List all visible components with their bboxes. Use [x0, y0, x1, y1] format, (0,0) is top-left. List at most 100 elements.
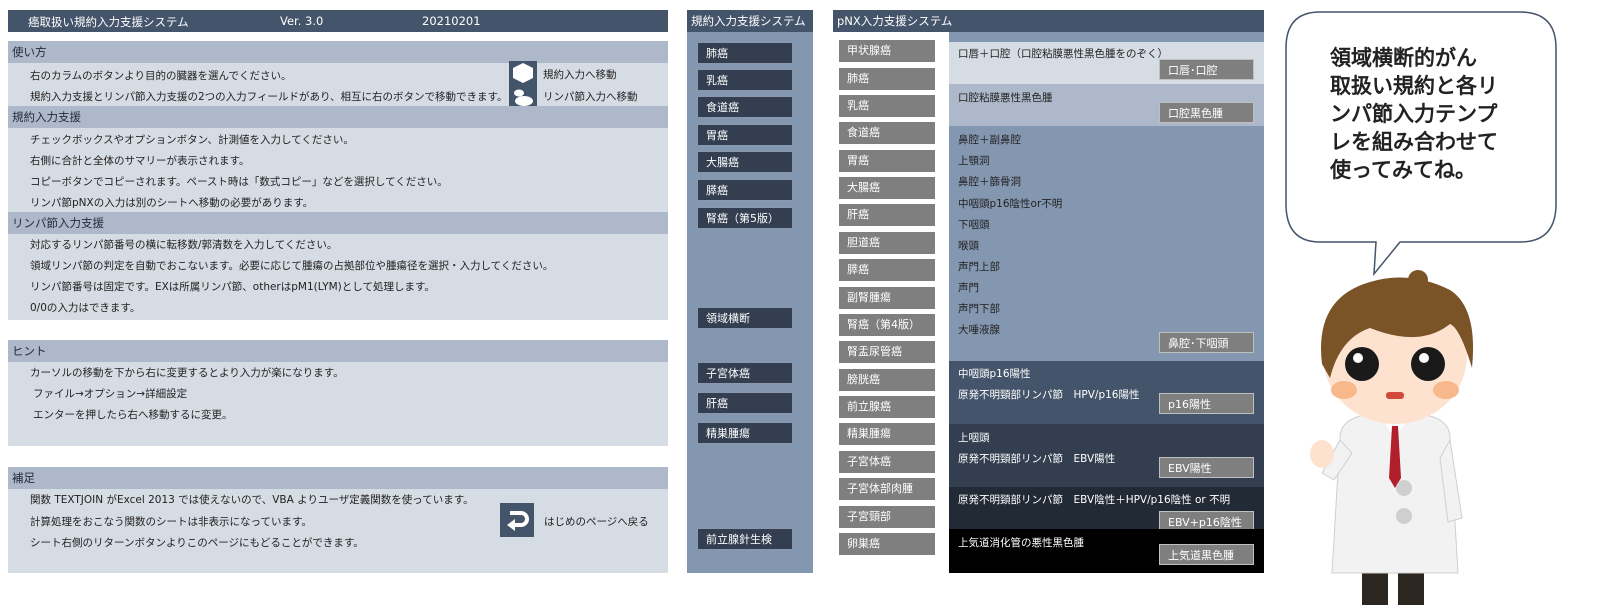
- band-line: 喉頭: [958, 240, 979, 252]
- kiyaku-button-kidney[interactable]: 腎癌（第5版）: [697, 207, 793, 229]
- lymph-help-body: 対応するリンパ節番号の横に転移数/郭清数を入力してください。 領域リンパ節の判定…: [8, 234, 668, 320]
- kiyaku-button-testis[interactable]: 精巣腫瘍: [697, 422, 793, 444]
- doctor-character: [1310, 270, 1474, 605]
- supplement-line: 関数 TEXTJOIN がExcel 2013 では使えないので、VBA よりユ…: [30, 494, 474, 506]
- version-label: Ver. 3.0: [280, 14, 324, 28]
- hexagon-icon: [513, 63, 533, 83]
- band-nasal-hypopharynx: 鼻腔＋副鼻腔 上顎洞 鼻腔＋篩骨洞 中咽頭p16陰性or不明 下咽頭 喉頭 声門…: [949, 126, 1264, 361]
- pnx-button-thyroid[interactable]: 甲状腺癌: [839, 40, 935, 62]
- kiyaku-button-breast[interactable]: 乳癌: [697, 69, 793, 91]
- band-line: 口唇＋口腔（口腔粘膜悪性黒色腫をのぞく）: [958, 48, 1168, 60]
- hint-heading: ヒント: [8, 340, 668, 362]
- band-line: 鼻腔＋副鼻腔: [958, 134, 1021, 146]
- usage-line: 右のカラムのボタンより目的の臓器を選んでください。: [30, 70, 292, 82]
- hint-line: ファイル→オプション→詳細設定: [33, 388, 188, 400]
- hint-line: カーソルの移動を下から右に変更するとより入力が楽になります。: [30, 367, 344, 379]
- lymph-help-heading: リンパ節入力支援: [8, 212, 668, 234]
- release-date: 20210201: [422, 14, 481, 28]
- band-ebv-p16-negative: 原発不明頸部リンパ節 EBV陰性＋HPV/p16陰性 or 不明 EBV+p16…: [949, 487, 1264, 532]
- pnx-button-biliary[interactable]: 胆道癌: [839, 232, 935, 254]
- pnx-button-colon[interactable]: 大腸癌: [839, 177, 935, 199]
- title-bar: 癌取扱い規約入力支援システム Ver. 3.0 20210201: [8, 10, 668, 32]
- lymph-help-line: リンパ節番号は固定です。EXは所属リンパ節、otherはpM1(LYM)として処…: [30, 281, 435, 293]
- ebv-positive-button[interactable]: EBV陽性: [1159, 457, 1254, 478]
- usage-line: 規約入力支援とリンパ節入力支援の2つの入力フィールドがあり、相互に右のボタンで移…: [30, 91, 508, 103]
- supplement-heading: 補足: [8, 467, 668, 489]
- pnx-button-renal-pelvis[interactable]: 腎盂尿管癌: [839, 341, 935, 363]
- kiyaku-button-esophagus[interactable]: 食道癌: [697, 96, 793, 118]
- lymph-help-line: 領域リンパ節の判定を自動でおこないます。必要に応じて腫瘍の占拠部位や腫瘍径を選択…: [30, 260, 554, 272]
- kiyaku-button-lung[interactable]: 肺癌: [697, 42, 793, 64]
- p16-positive-button[interactable]: p16陽性: [1159, 393, 1254, 414]
- kiyaku-help-line: 右側に合計と全体のサマリーが表示されます。: [30, 155, 250, 167]
- hint-body: カーソルの移動を下から右に変更するとより入力が楽になります。 ファイル→オプショ…: [8, 362, 668, 446]
- bubble-line: 領域横断的がん: [1330, 46, 1477, 70]
- supplement-body: 関数 TEXTJOIN がExcel 2013 では使えないので、VBA よりユ…: [8, 489, 668, 573]
- app-title: 癌取扱い規約入力支援システム: [28, 15, 189, 29]
- kiyaku-button-colon[interactable]: 大腸癌: [697, 151, 793, 173]
- band-line: 上顎洞: [958, 155, 990, 167]
- pnx-button-kidney[interactable]: 腎癌（第4版）: [839, 314, 935, 336]
- oral-melanoma-button[interactable]: 口腔黒色腫: [1159, 102, 1254, 123]
- pnx-button-uterine-body[interactable]: 子宮体癌: [839, 451, 935, 473]
- lymph-help-line: 対応するリンパ節番号の横に転移数/郭清数を入力してください。: [30, 239, 338, 251]
- bubble-line: ンパ節入力テンプ: [1330, 102, 1498, 126]
- kiyaku-button-cross-domain[interactable]: 領域横断: [697, 307, 793, 329]
- pnx-button-prostate[interactable]: 前立腺癌: [839, 396, 935, 418]
- pnx-button-adrenal[interactable]: 副腎腫瘍: [839, 287, 935, 309]
- goto-kiyaku-label[interactable]: 規約入力へ移動: [543, 67, 617, 82]
- band-line: 声門下部: [958, 303, 1000, 315]
- band-line: 口腔粘膜悪性黒色腫: [958, 92, 1053, 104]
- hint-line: エンターを押したら右へ移動するに変更。: [33, 409, 233, 421]
- kiyaku-help-line: コピーボタンでコピーされます。ペースト時は「数式コピー」などを選択してください。: [30, 176, 448, 188]
- pnx-button-liver[interactable]: 肝癌: [839, 204, 935, 226]
- pnx-column-divider: [941, 32, 949, 573]
- band-line: 原発不明頸部リンパ節 EBV陰性＋HPV/p16陰性 or 不明: [958, 494, 1231, 506]
- pnx-button-testis[interactable]: 精巣腫瘍: [839, 423, 935, 445]
- band-line: 原発不明頸部リンパ節 HPV/p16陽性: [958, 389, 1140, 401]
- kiyaku-button-uterus[interactable]: 子宮体癌: [697, 362, 793, 384]
- kiyaku-button-liver[interactable]: 肝癌: [697, 392, 793, 414]
- band-ebv-positive: 上咽頭 原発不明頸部リンパ節 EBV陽性 EBV陽性: [949, 424, 1264, 487]
- pnx-button-ovary[interactable]: 卵巣癌: [839, 533, 935, 555]
- pnx-button-uterine-sarcoma[interactable]: 子宮体部肉腫: [839, 478, 935, 500]
- band-line: 中咽頭p16陰性or不明: [958, 198, 1063, 210]
- bubble-line: 使ってみてね。: [1330, 158, 1476, 182]
- pnx-button-lung[interactable]: 肺癌: [839, 68, 935, 90]
- band-line: 声門上部: [958, 261, 1000, 273]
- band-line: 大唾液腺: [958, 324, 1000, 336]
- band-line: 上咽頭: [958, 432, 990, 444]
- upper-aero-melanoma-button[interactable]: 上気道黒色腫: [1159, 544, 1254, 565]
- pnx-button-bladder[interactable]: 膀胱癌: [839, 369, 935, 391]
- return-button[interactable]: [500, 503, 534, 537]
- lip-oral-button[interactable]: 口唇･口腔: [1159, 59, 1254, 80]
- kiyaku-panel: 規約入力支援システム 肺癌 乳癌 食道癌 胃癌 大腸癌 膵癌 腎癌（第5版） 領…: [687, 10, 813, 573]
- supplement-line: 計算処理をおこなう関数のシートは非表示になっています。: [30, 516, 312, 528]
- speech-bubble-text: 領域横断的がん 取扱い規約と各リ ンパ節入力テンプ レを組み合わせて 使ってみて…: [1330, 44, 1520, 184]
- pnx-panel: pNX入力支援システム 甲状腺癌 肺癌 乳癌 食道癌 胃癌 大腸癌 肝癌 胆道癌…: [833, 10, 1264, 573]
- band-oral-melanoma: 口腔粘膜悪性黒色腫 口腔黒色腫: [949, 84, 1264, 126]
- pnx-button-esophagus[interactable]: 食道癌: [839, 122, 935, 144]
- kiyaku-button-prostate-biopsy[interactable]: 前立腺針生検: [697, 528, 793, 550]
- band-upper-aero-melanoma: 上気道消化管の悪性黒色腫 上気道黒色腫: [949, 529, 1264, 573]
- kiyaku-help-heading: 規約入力支援: [8, 106, 668, 128]
- lymph-help-line: 0/0の入力はできます。: [30, 302, 141, 314]
- kiyaku-button-pancreas[interactable]: 膵癌: [697, 179, 793, 201]
- kiyaku-help-line: チェックボックスやオプションボタン、計測値を入力してください。: [30, 134, 354, 146]
- return-arrow-icon: [507, 511, 529, 531]
- bubble-line: レを組み合わせて: [1330, 130, 1498, 154]
- pnx-button-pancreas[interactable]: 膵癌: [839, 259, 935, 281]
- band-line: 鼻腔＋篩骨洞: [958, 176, 1021, 188]
- pnx-button-cervix[interactable]: 子宮頸部: [839, 506, 935, 528]
- supplement-line: シート右側のリターンボタンよりこのページにもどることができます。: [30, 537, 364, 549]
- band-line: 上気道消化管の悪性黒色腫: [958, 537, 1084, 549]
- pnx-button-breast[interactable]: 乳癌: [839, 95, 935, 117]
- return-label[interactable]: はじめのページへ戻る: [544, 514, 649, 529]
- nasal-hypopharynx-button[interactable]: 鼻腔･下咽頭: [1159, 332, 1254, 353]
- kiyaku-panel-title: 規約入力支援システム: [687, 10, 813, 32]
- band-line: 声門: [958, 282, 979, 294]
- kiyaku-button-stomach[interactable]: 胃癌: [697, 124, 793, 146]
- pnx-button-stomach[interactable]: 胃癌: [839, 150, 935, 172]
- goto-lymph-label[interactable]: リンパ節入力へ移動: [543, 89, 638, 104]
- goto-kiyaku-button[interactable]: [509, 61, 537, 85]
